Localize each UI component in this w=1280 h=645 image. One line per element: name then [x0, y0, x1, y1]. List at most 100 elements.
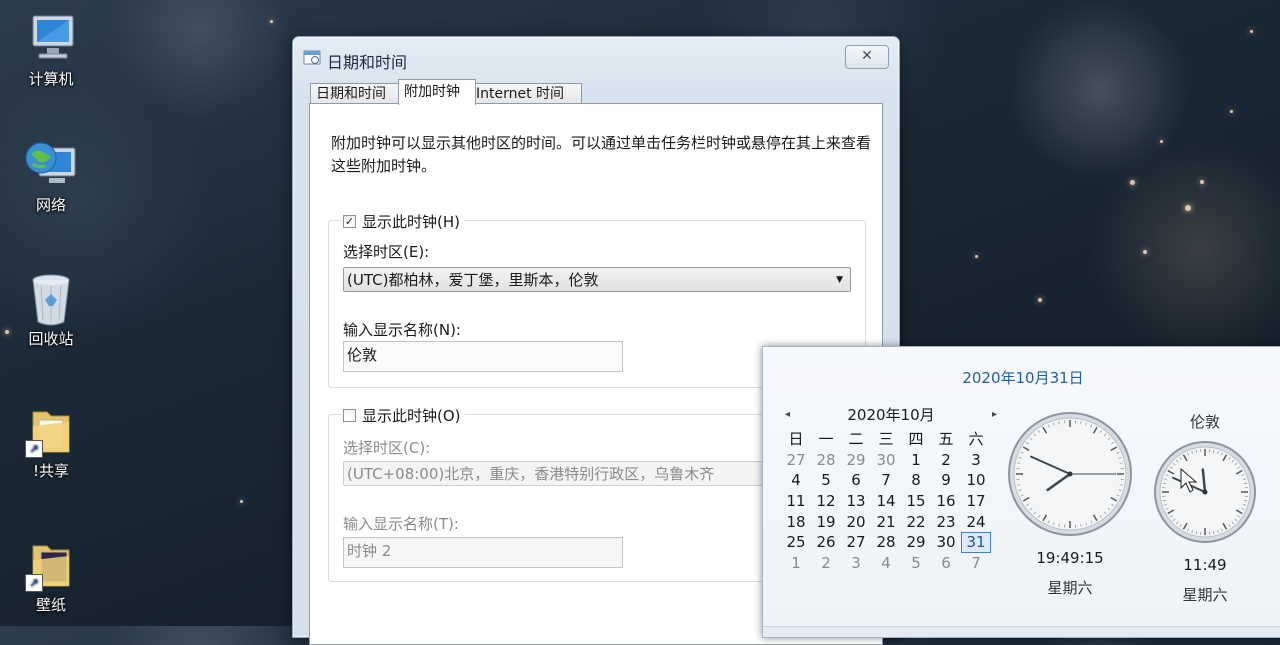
clock1-timezone-label: 选择时区(E):: [343, 241, 429, 262]
desktop-icon-label: 网络: [14, 194, 88, 215]
calendar-day[interactable]: 12: [811, 491, 841, 512]
calendar-day[interactable]: 16: [931, 491, 961, 512]
calendar-day[interactable]: 3: [841, 553, 871, 574]
calendar-day[interactable]: 29: [841, 450, 871, 471]
calendar-week-row: 11121314151617: [781, 491, 1001, 512]
calendar-day[interactable]: 18: [781, 512, 811, 533]
calendar-day[interactable]: 1: [781, 553, 811, 574]
calendar-day[interactable]: 13: [841, 491, 871, 512]
network-icon: [23, 138, 79, 190]
calendar-day[interactable]: 6: [841, 470, 871, 491]
checkbox-unchecked[interactable]: [343, 409, 356, 422]
calendar-day[interactable]: 31: [961, 532, 991, 553]
calendar-clock-icon: [303, 49, 321, 65]
weekday-label: 六: [961, 429, 991, 450]
clock1-show-checkbox[interactable]: ✓ 显示此时钟(H): [341, 211, 464, 232]
clock1-timezone-select[interactable]: (UTC)都柏林，爱丁堡，里斯本，伦敦 ▼: [343, 267, 851, 292]
computer-icon: [23, 12, 79, 64]
calendar-day[interactable]: 22: [901, 512, 931, 533]
calendar-grid: 2728293012345678910111213141516171819202…: [781, 450, 1001, 574]
calendar-day[interactable]: 2: [931, 450, 961, 471]
calendar-day[interactable]: 15: [901, 491, 931, 512]
desktop-icon-label: !共享: [14, 460, 88, 481]
desktop-icon-recycle-bin[interactable]: 回收站: [14, 272, 88, 349]
clock2-show-checkbox[interactable]: 显示此时钟(O): [341, 405, 465, 426]
calendar-day[interactable]: 9: [931, 470, 961, 491]
desktop-icon-label: 壁纸: [14, 594, 88, 615]
calendar-day[interactable]: 27: [841, 532, 871, 553]
calendar: ◂ 2020年10月 ▸ 日 一 二 三 四 五 六 2728293012345…: [781, 405, 1001, 574]
prev-month-icon[interactable]: ◂: [785, 405, 790, 425]
calendar-day[interactable]: 8: [901, 470, 931, 491]
calendar-day[interactable]: 5: [811, 470, 841, 491]
calendar-day[interactable]: 30: [871, 450, 901, 471]
calendar-day[interactable]: 4: [871, 553, 901, 574]
calendar-day[interactable]: 17: [961, 491, 991, 512]
calendar-day[interactable]: 26: [811, 532, 841, 553]
next-month-icon[interactable]: ▸: [992, 405, 997, 425]
desktop-icon-label: 回收站: [14, 328, 88, 349]
calendar-day[interactable]: 30: [931, 532, 961, 553]
calendar-day[interactable]: 25: [781, 532, 811, 553]
clock2-name-label: 输入显示名称(T):: [343, 513, 459, 534]
calendar-day[interactable]: 27: [781, 450, 811, 471]
weekday-label: 五: [931, 429, 961, 450]
tab-internet-time[interactable]: Internet 时间: [470, 83, 582, 104]
local-clock: 19:49:15 星期六: [1005, 409, 1135, 598]
checkbox-checked[interactable]: ✓: [343, 215, 356, 228]
calendar-day[interactable]: 7: [961, 553, 991, 574]
calendar-day[interactable]: 23: [931, 512, 961, 533]
local-weekday: 星期六: [1005, 577, 1135, 598]
select-value: (UTC)都柏林，爱丁堡，里斯本，伦敦: [347, 271, 598, 289]
calendar-day[interactable]: 6: [931, 553, 961, 574]
calendar-day[interactable]: 21: [871, 512, 901, 533]
recycle-bin-icon: [23, 272, 79, 324]
desktop-icon-share-folder[interactable]: ↗ !共享: [14, 404, 88, 481]
calendar-day[interactable]: 28: [811, 450, 841, 471]
shortcut-arrow-icon: ↗: [25, 574, 43, 592]
calendar-day[interactable]: 1: [901, 450, 931, 471]
weekday-label: 二: [841, 429, 871, 450]
calendar-day[interactable]: 29: [901, 532, 931, 553]
extra-clock: 伦敦 11:49 星期六: [1151, 411, 1259, 605]
desktop-icon-network[interactable]: 网络: [14, 138, 88, 215]
shortcut-arrow-icon: ↗: [25, 440, 43, 458]
calendar-day[interactable]: 24: [961, 512, 991, 533]
calendar-day[interactable]: 4: [781, 470, 811, 491]
calendar-day[interactable]: 28: [871, 532, 901, 553]
clock-center: [1203, 490, 1208, 495]
calendar-day[interactable]: 3: [961, 450, 991, 471]
calendar-day[interactable]: 5: [901, 553, 931, 574]
tab-additional-clocks[interactable]: 附加时钟: [398, 79, 476, 105]
calendar-day[interactable]: 7: [871, 470, 901, 491]
calendar-day[interactable]: 10: [961, 470, 991, 491]
calendar-day[interactable]: 2: [811, 553, 841, 574]
clock1-name-label: 输入显示名称(N):: [343, 319, 461, 340]
clock2-name-input[interactable]: 时钟 2: [343, 537, 623, 568]
calendar-day[interactable]: 14: [871, 491, 901, 512]
calendar-week-row: 25262728293031: [781, 532, 1001, 553]
clock1-name-input[interactable]: 伦敦: [343, 341, 623, 372]
dropdown-arrow-icon: ▼: [836, 268, 843, 293]
close-button[interactable]: ✕: [845, 45, 889, 69]
month-title[interactable]: 2020年10月: [847, 406, 934, 424]
long-date-link[interactable]: 2020年10月31日: [763, 367, 1280, 388]
clock-flyout: 2020年10月31日 ◂ 2020年10月 ▸ 日 一 二 三 四 五 六 2…: [762, 346, 1280, 638]
desktop-icon-wallpaper-folder[interactable]: ↗ 壁纸: [14, 538, 88, 615]
folder-shortcut-icon: ↗: [23, 404, 79, 456]
calendar-day[interactable]: 20: [841, 512, 871, 533]
select-value: (UTC+08:00)北京，重庆，香港特别行政区，乌鲁木齐: [347, 465, 714, 483]
desktop-icon-computer[interactable]: 计算机: [14, 12, 88, 89]
calendar-day[interactable]: 11: [781, 491, 811, 512]
calendar-week-row: 18192021222324: [781, 512, 1001, 533]
calendar-week-row: 27282930123: [781, 450, 1001, 471]
desktop-icon-label: 计算机: [14, 68, 88, 89]
description-text: 附加时钟可以显示其他时区的时间。可以通过单击任务栏时钟或悬停在其上来查看这些附加…: [331, 132, 871, 178]
flyout-footer: [763, 626, 1280, 637]
close-icon: ✕: [861, 48, 873, 64]
extra-clock-title: 伦敦: [1151, 411, 1259, 432]
calendar-header: ◂ 2020年10月 ▸: [781, 405, 1001, 429]
calendar-day[interactable]: 19: [811, 512, 841, 533]
extra-weekday: 星期六: [1151, 584, 1259, 605]
tab-date-time[interactable]: 日期和时间: [310, 83, 404, 104]
